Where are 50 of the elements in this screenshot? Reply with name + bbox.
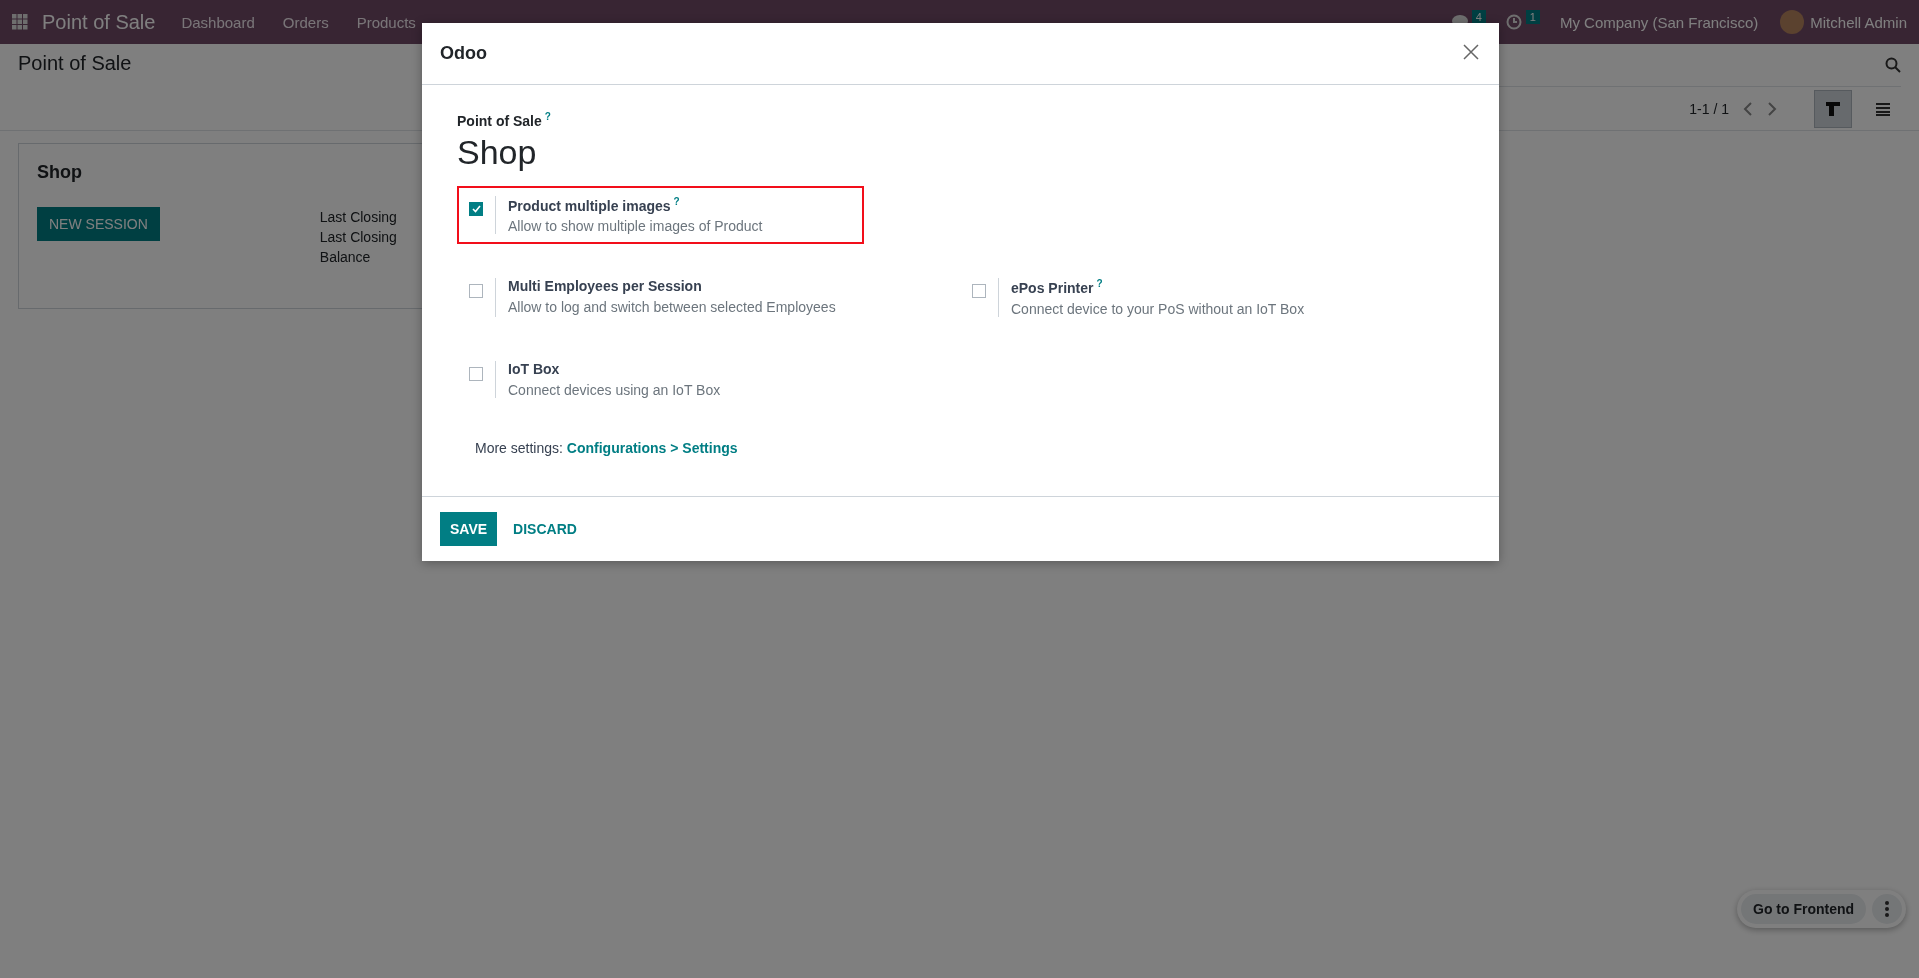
help-mark[interactable]: ? <box>544 111 551 122</box>
help-mark[interactable]: ? <box>1096 278 1103 290</box>
setting-description: Allow to log and switch between selected Employees <box>508 299 836 316</box>
kanban-icon <box>1825 100 1841 117</box>
discard-button[interactable]: DISCARD <box>503 511 587 546</box>
go-to-frontend-button[interactable]: Go to Frontend <box>1741 894 1867 924</box>
activity-count: 1 <box>1525 10 1540 24</box>
save-button[interactable]: SAVE <box>440 511 498 546</box>
record-name: Shop <box>457 132 538 172</box>
help-mark[interactable]: ? <box>673 195 680 207</box>
settings-link[interactable]: Configurations > Settings <box>566 439 738 456</box>
previous-icon[interactable] <box>1743 101 1753 116</box>
page-title: Point of Sale <box>18 52 132 75</box>
new-session-button[interactable]: NEW SESSION <box>37 207 160 241</box>
setting-description: Connect devices using an IoT Box <box>508 381 721 398</box>
setting-description: Allow to show multiple images of Product <box>508 218 763 235</box>
setting-title: IoT Box <box>508 360 560 377</box>
setting-title: Product multiple images <box>508 197 671 214</box>
list-icon <box>1875 101 1891 116</box>
more-button[interactable] <box>1872 894 1903 924</box>
company-switcher[interactable]: My Company (San Francisco) <box>1559 13 1759 31</box>
card-label: Last Closing <box>319 229 397 245</box>
menu-item[interactable]: Products <box>356 13 416 31</box>
user-menu[interactable]: Mitchell Admin <box>1810 13 1907 31</box>
view-button[interactable] <box>1815 90 1851 127</box>
message-count: 4 <box>1471 10 1486 24</box>
setting-title: Multi Employees per Session <box>508 278 702 295</box>
kebab-icon <box>1885 901 1890 917</box>
setting-description: Connect device to your PoS without an IoT Box <box>1011 300 1305 317</box>
avatar[interactable] <box>1780 10 1805 34</box>
clock-icon[interactable] <box>1505 14 1522 30</box>
pager-value: 1-1 / 1 <box>1689 100 1729 117</box>
close-icon <box>1463 44 1479 60</box>
app-name[interactable]: Point of Sale <box>42 10 156 34</box>
field-label: Point of Sale <box>457 112 542 129</box>
checkbox[interactable] <box>469 284 483 299</box>
checkbox[interactable] <box>972 284 986 299</box>
menu-item[interactable]: Dashboard <box>181 13 255 31</box>
card-label: Balance <box>319 249 372 265</box>
dialog-title: Odoo <box>440 43 488 64</box>
checkbox[interactable] <box>469 366 483 381</box>
next-icon[interactable] <box>1767 101 1777 116</box>
more-settings-text: More settings: Configurations > Settings <box>475 439 739 456</box>
card-label: Last Closing <box>319 209 397 225</box>
setting-title: ePos Printer <box>1011 279 1094 296</box>
menu-item[interactable]: Orders <box>282 13 329 31</box>
search-icon[interactable] <box>1885 57 1901 73</box>
card-title: Shop <box>37 162 83 183</box>
checkbox[interactable] <box>469 201 483 216</box>
apps-menu-icon[interactable] <box>12 14 28 30</box>
